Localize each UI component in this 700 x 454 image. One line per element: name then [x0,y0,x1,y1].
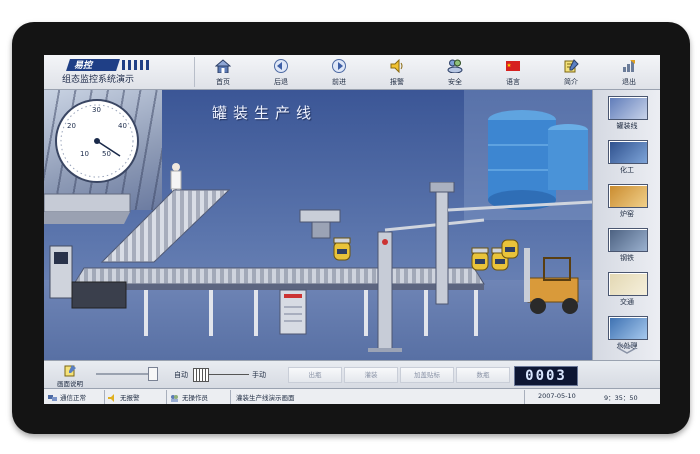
status-time: 9：35：50 [604,394,638,402]
count-bottles-button[interactable]: 数瓶 [456,367,510,383]
traffic-thumbnail [608,272,648,296]
bottle-out-button[interactable]: 出瓶 [288,367,342,383]
gauge-tick-20: 20 [67,122,76,130]
nav-home-button[interactable]: 首页 [194,55,252,89]
scroll-down-chevron-icon[interactable] [615,340,639,356]
sidebar-item-furnace[interactable]: 炉窑 [593,182,660,226]
sidebar-item-canning[interactable]: 罐装线 [593,94,660,138]
conveyor-line [44,182,592,352]
sidebar-item-label: 罐装线 [616,122,638,130]
network-icon [48,395,57,401]
sidebar-item-label: 化工 [620,166,634,174]
app-title: 组态监控系统演示 [62,75,135,85]
nav-back-label: 后退 [274,78,288,86]
speed-slider-knob[interactable] [148,367,158,381]
nav-forward-label: 前进 [332,78,346,86]
auto-manual-switch[interactable] [193,368,209,382]
sidebar-item-traffic[interactable]: 交通 [593,270,660,314]
nav-intro-label: 简介 [564,78,578,86]
canning-thumbnail [608,96,648,120]
alarm-status-text: 无报警 [120,394,140,402]
nav-exit-button[interactable]: 退出 [600,55,658,89]
users-security-icon [447,59,463,73]
gauge-tick-10: 10 [80,150,89,158]
gauge-tick-50: 50 [102,150,111,158]
sidebar-item-steel[interactable]: 钢铁 [593,226,660,270]
notepad-icon [564,59,579,73]
hmi-screen: 易控 组态监控系统演示 首页 后退 前进 报警 安全 语言 简介 退出 罐装生产… [44,55,660,404]
back-arrow-icon [274,59,288,73]
nav-security-label: 安全 [448,78,462,86]
sidebar-item-label: 炉窑 [620,210,634,218]
nav-home-label: 首页 [216,78,230,86]
cap-label-button[interactable]: 加盖贴标 [400,367,454,383]
control-bar: 画面说明 自动 手动 出瓶 灌装 加盖贴标 数瓶 0003 [44,360,660,389]
gauge-tick-30: 30 [92,106,101,114]
forward-arrow-icon [332,59,346,73]
operator-status-text: 无操作员 [182,394,208,402]
chemical-thumbnail [608,140,648,164]
logo-text: 易控 [74,61,93,71]
nav-alarm-label: 报警 [390,78,404,86]
home-icon [215,59,231,73]
nav-language-button[interactable]: 语言 [484,55,542,89]
help-notepad-icon [64,365,76,377]
alarm-speaker-icon [390,59,403,73]
forklift [524,248,579,314]
nav-intro-button[interactable]: 简介 [542,55,600,89]
comm-status: 通信正常 [48,392,86,402]
bottle-counter-display: 0003 [514,366,578,386]
screen-help-label: 画面说明 [57,380,83,388]
screen-help-button[interactable]: 画面说明 [50,363,90,388]
nav-alarm-button[interactable]: 报警 [368,55,426,89]
operator-icon [171,395,178,402]
auto-mode-label: 自动 [174,371,188,379]
jar-on-conveyor [333,237,351,261]
exit-door-icon [623,60,635,72]
nav-back-button[interactable]: 后退 [252,55,310,89]
pressure-gauge: 20 30 40 10 50 [55,99,139,183]
production-line-canvas: 罐装生产线 20 30 40 10 50 [44,90,592,360]
steel-thumbnail [608,228,648,252]
water-thumbnail [608,316,648,340]
china-flag-icon [506,61,520,71]
alarm-status: 无报警 [108,392,140,402]
comm-status-text: 通信正常 [60,394,86,402]
operator-status: 无操作员 [170,392,208,402]
filling-button[interactable]: 灌装 [344,367,398,383]
scene-sidebar: 罐装线 化工 炉窑 钢铁 交通 水处理 [592,90,660,360]
alarm-status-icon [108,394,114,402]
switch-line [209,374,249,375]
nav-security-button[interactable]: 安全 [426,55,484,89]
canvas-title: 罐装生产线 [212,104,318,122]
furnace-thumbnail [608,184,648,208]
status-date: 2007-05-10 [538,392,576,400]
sidebar-item-label: 钢铁 [620,254,634,262]
status-bar: 通信正常 无报警 无操作员 灌装生产线演示画面 2007-05-10 9：35：… [44,388,660,404]
nav-forward-button[interactable]: 前进 [310,55,368,89]
nav-exit-label: 退出 [622,78,636,86]
nav-language-label: 语言 [506,78,520,86]
manual-mode-label: 手动 [252,371,266,379]
sidebar-item-chemical[interactable]: 化工 [593,138,660,182]
screen-name: 灌装生产线演示画面 [236,394,295,402]
sidebar-item-label: 交通 [620,298,634,306]
gauge-tick-40: 40 [118,122,127,130]
speed-slider-track[interactable] [96,373,156,375]
top-toolbar: 易控 组态监控系统演示 首页 后退 前进 报警 安全 语言 简介 退出 [44,55,660,90]
